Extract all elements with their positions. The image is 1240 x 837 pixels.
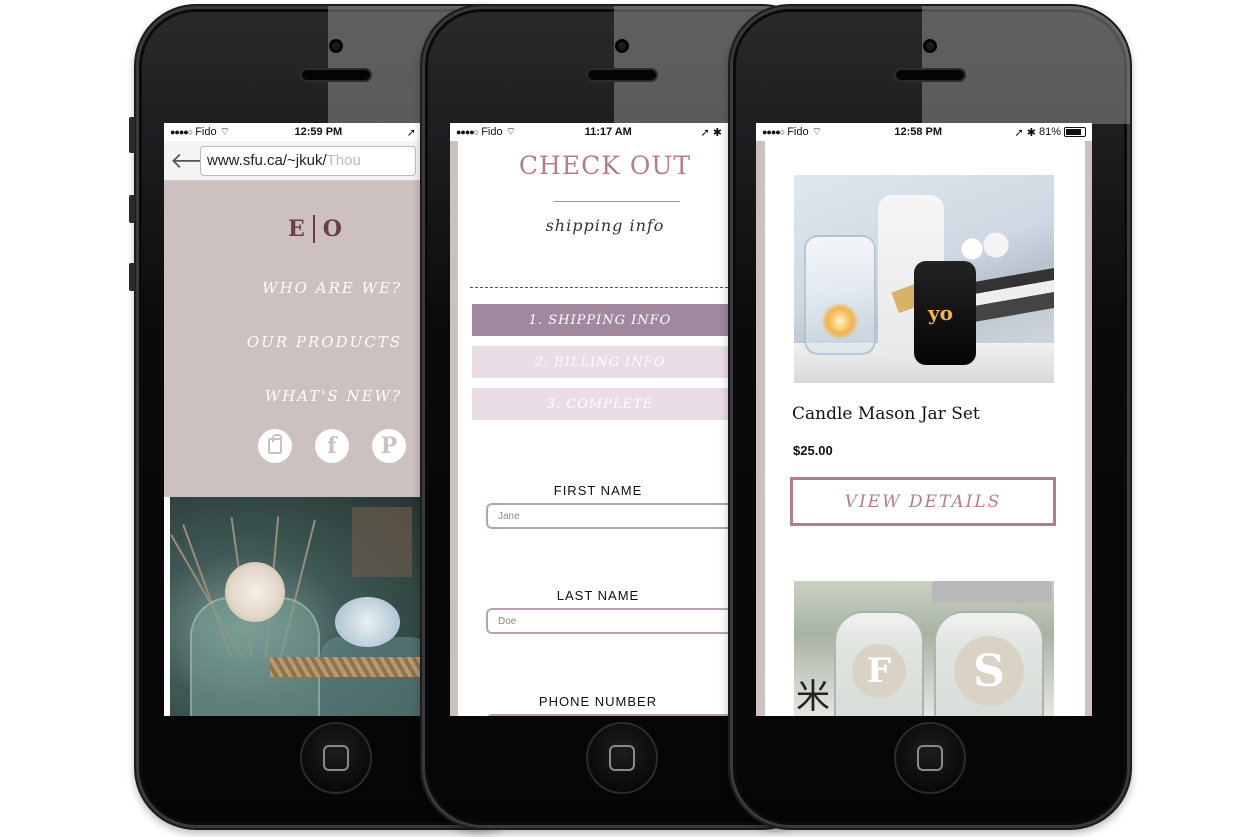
url-field[interactable]: www.sfu.ca/~jkuk/Thou [200,145,416,176]
shopping-bag-icon[interactable] [258,429,292,463]
status-bar: ●●●●○ Fido ⌔ 12:58 PM ➚ ✱ 81% [756,123,1092,141]
location-icon: ➚ [406,126,416,139]
signal-icon: ●●●●○ [456,127,479,137]
browser-toolbar: 🡐 www.sfu.ca/~jkuk/Thou [164,141,422,181]
wifi-icon: ⌔ [219,126,230,138]
step-complete[interactable]: 3. COMPLETE [472,388,728,420]
phone-number-field[interactable] [486,714,728,716]
camera [329,39,343,53]
home-button[interactable] [894,722,966,794]
phone-number-label: PHONE NUMBER [538,694,658,709]
screen-home: ●●●●○ Fido ⌔ 12:59 PM ➚ 🡐 www.sfu.ca/~jk… [164,123,422,716]
step-shipping-info[interactable]: 1. SHIPPING INFO [472,304,728,336]
product-name: Candle Mason Jar Set [792,404,980,424]
checkout-form: CHECK OUT shipping info 1. SHIPPING INFO… [450,141,728,716]
etched-letter-f: F [852,644,906,698]
first-name-field[interactable]: Jane [486,503,728,529]
home-button[interactable] [586,722,658,794]
product-image-etched-jars[interactable]: 米 F S [794,581,1054,716]
battery-icon [1063,127,1086,137]
signal-icon: ●●●●○ [762,127,785,137]
carrier-label: Fido [195,126,217,138]
phone-right: ●●●●○ Fido ⌔ 12:58 PM ➚ ✱ 81% yo Candle … [728,4,1132,830]
speaker [894,68,966,82]
hero-photo [170,497,422,716]
view-details-button[interactable]: VIEW DETAILS [790,477,1056,526]
screen-checkout: ●●●●○ Fido ⌔ 11:17 AM ➚ ✱ CHECK OUT ship… [450,123,728,716]
status-time: 12:59 PM [294,126,343,138]
step-billing-info[interactable]: 2. BILLING INFO [472,346,728,378]
status-bar: ●●●●○ Fido ⌔ 12:59 PM ➚ [164,123,422,141]
product-image-candle-jars[interactable]: yo [794,175,1054,383]
status-time: 11:17 AM [584,126,632,138]
first-name-label: FIRST NAME [553,483,643,498]
nav-whats-new[interactable]: WHAT'S NEW? [265,387,402,405]
camera [615,39,629,53]
page-subtitle: shipping info [545,216,665,235]
status-bar: ●●●●○ Fido ⌔ 11:17 AM ➚ ✱ [450,123,728,141]
wifi-icon: ⌔ [505,126,516,138]
nav-our-products[interactable]: OUR PRODUCTS [247,333,402,351]
facebook-icon[interactable]: f [315,429,349,463]
jar-label: yo [928,301,953,325]
screen-product: ●●●●○ Fido ⌔ 12:58 PM ➚ ✱ 81% yo Candle … [756,123,1092,716]
carrier-label: Fido [481,126,503,138]
home-button[interactable] [300,722,372,794]
brand-logo[interactable]: E O [288,215,342,243]
speaker [586,68,658,82]
camera [923,39,937,53]
location-bluetooth-icon: ➚ ✱ [1014,126,1036,139]
carrier-label: Fido [787,126,809,138]
battery-percent: 81% [1038,126,1061,138]
location-bluetooth-icon: ➚ ✱ [700,126,722,139]
product-price: $25.00 [793,443,833,458]
etched-letter-s: S [954,636,1024,706]
page-title: CHECK OUT [518,151,692,180]
status-time: 12:58 PM [894,126,943,138]
back-arrow-icon[interactable]: 🡐 [170,148,229,174]
speaker [300,68,372,82]
last-name-field[interactable]: Doe [486,608,728,634]
pinterest-icon[interactable]: P [372,429,406,463]
nav-menu: E O WHO ARE WE? OUR PRODUCTS WHAT'S NEW?… [164,181,422,497]
signal-icon: ●●●●○ [170,127,193,137]
etched-symbol: 米 [796,678,830,716]
nav-who-are-we[interactable]: WHO ARE WE? [262,279,402,297]
wifi-icon: ⌔ [811,126,822,138]
social-links: f P [258,429,406,463]
last-name-label: LAST NAME [556,588,640,603]
